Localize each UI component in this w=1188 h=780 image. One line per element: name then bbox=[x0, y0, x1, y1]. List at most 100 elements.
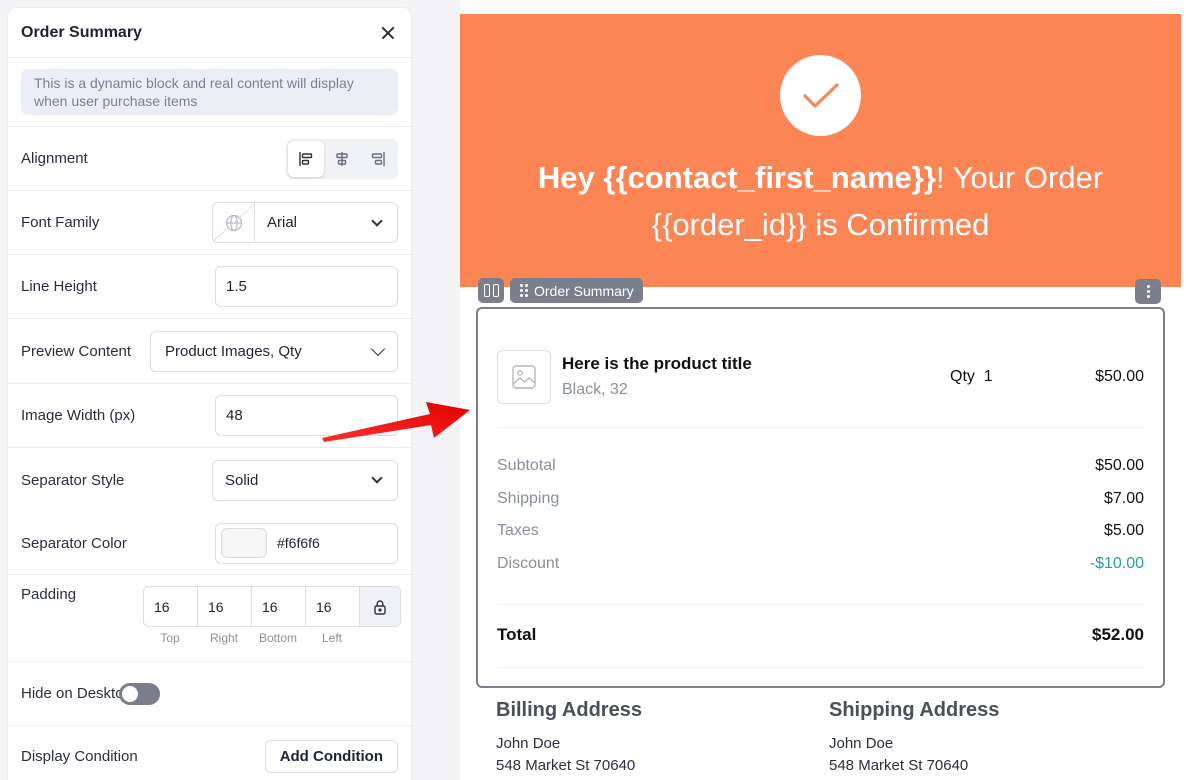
line-height-input[interactable]: 1.5 bbox=[215, 266, 398, 307]
product-image-placeholder bbox=[497, 350, 551, 404]
align-center-button[interactable] bbox=[324, 141, 360, 177]
preview-content-row: Preview Content Product Images, Qty bbox=[8, 319, 411, 384]
billing-name: John Doe bbox=[496, 735, 561, 752]
preview-content-select[interactable]: Product Images, Qty bbox=[150, 330, 398, 372]
taxes-label: Taxes bbox=[497, 522, 539, 539]
close-icon[interactable] bbox=[378, 23, 398, 43]
separator-style-row: Separator Style Solid bbox=[8, 448, 411, 512]
separator-color-label: Separator Color bbox=[21, 534, 127, 552]
font-family-value: Arial bbox=[267, 214, 298, 231]
align-right-icon bbox=[371, 151, 385, 166]
line-height-label: Line Height bbox=[21, 278, 97, 295]
annotation-arrow-icon bbox=[322, 402, 470, 442]
chevron-down-icon bbox=[371, 472, 383, 484]
separator-color-row: Separator Color #f6f6f6 bbox=[8, 512, 411, 575]
chevron-down-icon bbox=[371, 214, 383, 227]
shipping-value: $7.00 bbox=[1103, 490, 1144, 507]
columns-handle[interactable] bbox=[478, 278, 504, 303]
hide-desktop-row: Hide on Desktop bbox=[8, 662, 411, 726]
notice-section: This is a dynamic block and real content… bbox=[8, 58, 411, 127]
font-family-label: Font Family bbox=[21, 214, 100, 231]
alignment-row: Alignment bbox=[8, 127, 411, 191]
qty-label: Qty bbox=[950, 368, 975, 385]
padding-bottom-label: Bottom bbox=[258, 631, 297, 645]
block-tag-label: Order Summary bbox=[534, 282, 634, 299]
shipping-row: Shipping $7.00 bbox=[497, 490, 1144, 508]
globe-icon bbox=[213, 203, 255, 242]
line-height-value: 1.5 bbox=[226, 278, 247, 295]
billing-address-title: Billing Address bbox=[496, 699, 642, 721]
shipping-street: 548 Market St 70640 bbox=[829, 757, 969, 774]
image-width-value: 48 bbox=[226, 407, 243, 424]
separator-color-input[interactable]: #f6f6f6 bbox=[215, 522, 398, 564]
hide-desktop-label: Hide on Desktop bbox=[21, 685, 132, 702]
separator-style-label: Separator Style bbox=[21, 471, 125, 489]
preview-content-value: Product Images, Qty bbox=[165, 342, 302, 360]
discount-value: -$10.00 bbox=[1089, 555, 1144, 572]
add-condition-button[interactable]: Add Condition bbox=[264, 739, 398, 773]
color-swatch[interactable] bbox=[221, 528, 267, 558]
total-row: Total $52.00 bbox=[497, 625, 1144, 645]
separator bbox=[497, 427, 1144, 428]
qty-value: 1 bbox=[983, 368, 993, 385]
dynamic-block-notice: This is a dynamic block and real content… bbox=[21, 69, 398, 115]
product-qty: Qty 1 bbox=[950, 368, 993, 386]
padding-top-input[interactable]: 16 bbox=[144, 587, 198, 626]
billing-street: 548 Market St 70640 bbox=[496, 757, 636, 774]
check-circle bbox=[780, 55, 861, 136]
hide-desktop-toggle[interactable] bbox=[118, 682, 160, 705]
block-tag[interactable]: Order Summary bbox=[510, 278, 643, 303]
subtotal-label: Subtotal bbox=[497, 457, 556, 474]
shipping-address-title: Shipping Address bbox=[829, 699, 1000, 721]
padding-side-labels: Top Right Bottom Left bbox=[143, 631, 359, 645]
align-left-icon bbox=[299, 151, 313, 166]
lock-icon bbox=[374, 599, 386, 615]
padding-row: Padding 16 16 16 16 Top Right Bottom Lef… bbox=[8, 575, 411, 662]
font-family-row: Font Family Arial bbox=[8, 191, 411, 255]
total-value: $52.00 bbox=[1092, 625, 1144, 644]
discount-label: Discount bbox=[497, 555, 560, 572]
panel-title: Order Summary bbox=[21, 23, 142, 41]
subtotal-value: $50.00 bbox=[1095, 457, 1144, 474]
order-summary-block[interactable]: Here is the product title Black, 32 Qty … bbox=[476, 307, 1165, 688]
drag-handle-icon bbox=[520, 284, 528, 297]
total-label: Total bbox=[497, 625, 537, 644]
panel-header: Order Summary bbox=[8, 8, 411, 58]
display-condition-label: Display Condition bbox=[21, 747, 138, 765]
hero-greeting: Hey {{contact_first_name}} bbox=[537, 160, 936, 195]
hero-title: Hey {{contact_first_name}}! Your Order {… bbox=[500, 154, 1141, 248]
separator-style-value: Solid bbox=[225, 471, 259, 489]
padding-label: Padding bbox=[21, 586, 77, 603]
padding-lock-button[interactable] bbox=[360, 587, 400, 626]
padding-left-label: Left bbox=[321, 631, 342, 645]
settings-panel: Order Summary This is a dynamic block an… bbox=[7, 7, 412, 780]
alignment-group bbox=[286, 138, 398, 179]
padding-bottom-input[interactable]: 16 bbox=[252, 587, 306, 626]
separator bbox=[497, 667, 1144, 668]
more-options-button[interactable] bbox=[1135, 279, 1161, 304]
padding-top-label: Top bbox=[160, 631, 180, 645]
product-variant: Black, 32 bbox=[562, 381, 628, 398]
padding-right-input[interactable]: 16 bbox=[198, 587, 252, 626]
discount-row: Discount -$10.00 bbox=[497, 555, 1144, 573]
subtotal-row: Subtotal $50.00 bbox=[497, 457, 1144, 475]
shipping-name: John Doe bbox=[829, 735, 894, 752]
font-family-select[interactable]: Arial bbox=[212, 202, 398, 243]
hero-banner[interactable]: Hey {{contact_first_name}}! Your Order {… bbox=[460, 14, 1181, 287]
align-left-button[interactable] bbox=[288, 140, 324, 177]
checkmark-icon bbox=[802, 82, 839, 108]
taxes-value: $5.00 bbox=[1103, 522, 1144, 539]
padding-left-input[interactable]: 16 bbox=[306, 587, 360, 626]
product-title: Here is the product title bbox=[562, 354, 752, 373]
align-right-button[interactable] bbox=[360, 141, 396, 177]
align-center-icon bbox=[336, 151, 348, 166]
taxes-row: Taxes $5.00 bbox=[497, 522, 1144, 540]
line-height-row: Line Height 1.5 bbox=[8, 255, 411, 319]
alignment-label: Alignment bbox=[21, 150, 88, 167]
shipping-label: Shipping bbox=[497, 490, 560, 507]
hero-title-line2: {{order_id}} is Confirmed bbox=[651, 207, 990, 242]
product-price: $50.00 bbox=[1095, 368, 1144, 385]
image-icon bbox=[512, 365, 536, 389]
padding-inputs: 16 16 16 16 bbox=[143, 586, 401, 627]
separator-style-select[interactable]: Solid bbox=[212, 459, 398, 501]
